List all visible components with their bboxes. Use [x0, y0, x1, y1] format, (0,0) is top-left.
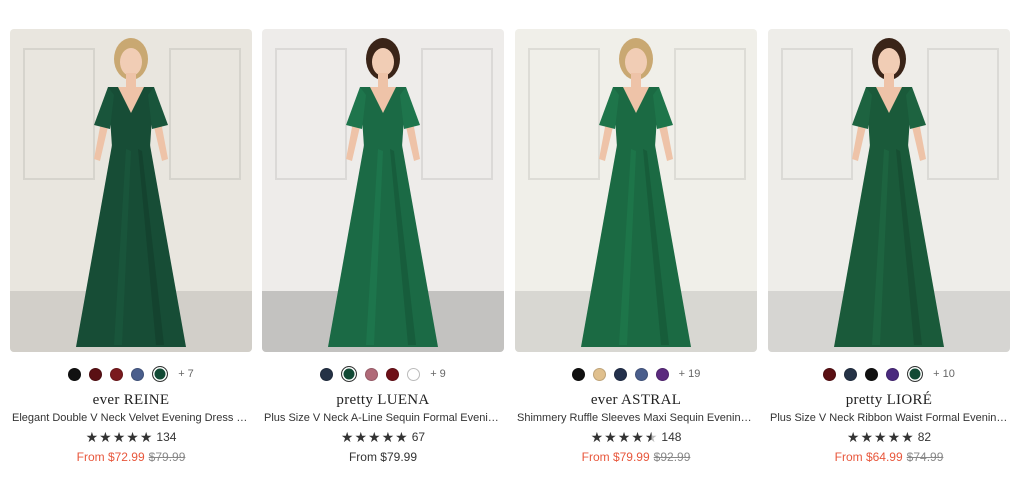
more-colors-count[interactable]: + 10: [933, 368, 955, 380]
color-swatch[interactable]: [152, 366, 169, 382]
product-brand[interactable]: pretty LIORÉ: [768, 392, 1010, 409]
star-icon: ★: [85, 429, 99, 445]
color-swatch[interactable]: [613, 367, 627, 381]
color-swatches: + 19: [515, 366, 757, 382]
dress-photo-illustration: [768, 29, 1010, 352]
review-count: 82: [917, 430, 932, 444]
product-brand[interactable]: pretty LUENA: [262, 392, 504, 409]
product-name[interactable]: Elegant Double V Neck Velvet Evening Dre…: [12, 412, 250, 424]
dress-photo-illustration: [515, 29, 757, 352]
current-price: From $79.99: [581, 450, 650, 464]
star-icon: ★: [590, 429, 604, 445]
product-price: From $79.99: [262, 450, 504, 464]
more-colors-count[interactable]: + 19: [679, 368, 701, 380]
color-swatch[interactable]: [320, 367, 334, 381]
star-icon: ★: [874, 429, 887, 445]
color-swatch[interactable]: [907, 366, 924, 382]
color-swatch[interactable]: [407, 367, 421, 381]
star-icon: ★: [99, 429, 112, 445]
product-price: From $72.99 $79.99: [10, 450, 252, 464]
product-image[interactable]: [768, 29, 1010, 352]
product-rating: ★ ★ ★ ★ ★ 134: [10, 430, 252, 444]
product-grid: + 7 ever REINE Elegant Double V Neck Vel…: [10, 29, 1014, 469]
current-price: From $72.99: [76, 450, 145, 464]
color-swatch[interactable]: [131, 367, 145, 381]
review-count: 67: [411, 430, 426, 444]
product-price: From $64.99 $74.99: [768, 450, 1010, 464]
product-image[interactable]: [10, 29, 252, 352]
product-rating: ★ ★ ★ ★ ★ 148: [515, 430, 757, 444]
product-name[interactable]: Shimmery Ruffle Sleeves Maxi Sequin Even…: [517, 412, 755, 424]
star-icon: ★: [340, 429, 354, 445]
color-swatch[interactable]: [386, 367, 400, 381]
color-swatch[interactable]: [365, 367, 379, 381]
star-icon: ★: [381, 429, 395, 445]
star-icon: ★: [354, 429, 368, 445]
star-icon: ★: [846, 429, 860, 445]
product-name[interactable]: Plus Size V Neck Ribbon Waist Formal Eve…: [770, 412, 1008, 424]
star-icon: ★: [604, 429, 617, 445]
color-swatch[interactable]: [341, 366, 358, 382]
color-swatch[interactable]: [68, 367, 82, 381]
product-price: From $79.99 $92.99: [515, 450, 757, 464]
color-swatch[interactable]: [110, 367, 124, 381]
more-colors-count[interactable]: + 9: [430, 368, 446, 380]
product-card[interactable]: + 10 pretty LIORÉ Plus Size V Neck Ribbo…: [768, 29, 1010, 469]
star-icon: ★: [112, 429, 126, 445]
color-swatch[interactable]: [886, 367, 900, 381]
more-colors-count[interactable]: + 7: [178, 368, 194, 380]
color-swatch[interactable]: [823, 367, 837, 381]
color-swatch[interactable]: [655, 367, 669, 381]
dress-photo-illustration: [10, 29, 252, 352]
star-icon: ★: [368, 429, 381, 445]
color-swatches: + 10: [768, 366, 1010, 382]
color-swatch[interactable]: [634, 367, 648, 381]
review-count: 134: [156, 430, 177, 444]
original-price: $74.99: [906, 450, 944, 464]
color-swatch[interactable]: [571, 367, 585, 381]
product-brand[interactable]: ever REINE: [10, 392, 252, 409]
star-icon: ★: [617, 429, 631, 445]
original-price: $79.99: [148, 450, 186, 464]
review-count: 148: [661, 430, 682, 444]
color-swatch[interactable]: [865, 367, 879, 381]
dress-photo-illustration: [262, 29, 504, 352]
product-card[interactable]: + 9 pretty LUENA Plus Size V Neck A-Line…: [262, 29, 504, 469]
color-swatches: + 9: [262, 366, 504, 382]
product-image[interactable]: [515, 29, 757, 352]
product-rating: ★ ★ ★ ★ ★ 82: [768, 430, 1010, 444]
current-price: From $64.99: [834, 450, 903, 464]
star-icon: ★: [887, 429, 901, 445]
star-icon: ★: [631, 429, 644, 445]
star-icon: ★: [860, 429, 874, 445]
product-brand[interactable]: ever ASTRAL: [515, 392, 757, 409]
star-icon: ★: [644, 429, 658, 445]
color-swatch[interactable]: [844, 367, 858, 381]
color-swatch[interactable]: [592, 367, 606, 381]
product-name[interactable]: Plus Size V Neck A-Line Sequin Formal Ev…: [264, 412, 502, 424]
original-price: $92.99: [653, 450, 691, 464]
star-icon: ★: [126, 429, 139, 445]
star-icon: ★: [139, 429, 153, 445]
star-icon: ★: [901, 429, 914, 445]
star-icon: ★: [395, 429, 408, 445]
product-card[interactable]: + 19 ever ASTRAL Shimmery Ruffle Sleeves…: [515, 29, 757, 469]
color-swatches: + 7: [10, 366, 252, 382]
current-price: From $79.99: [348, 450, 418, 464]
product-rating: ★ ★ ★ ★ ★ 67: [262, 430, 504, 444]
color-swatch[interactable]: [89, 367, 103, 381]
product-image[interactable]: [262, 29, 504, 352]
product-card[interactable]: + 7 ever REINE Elegant Double V Neck Vel…: [10, 29, 252, 469]
